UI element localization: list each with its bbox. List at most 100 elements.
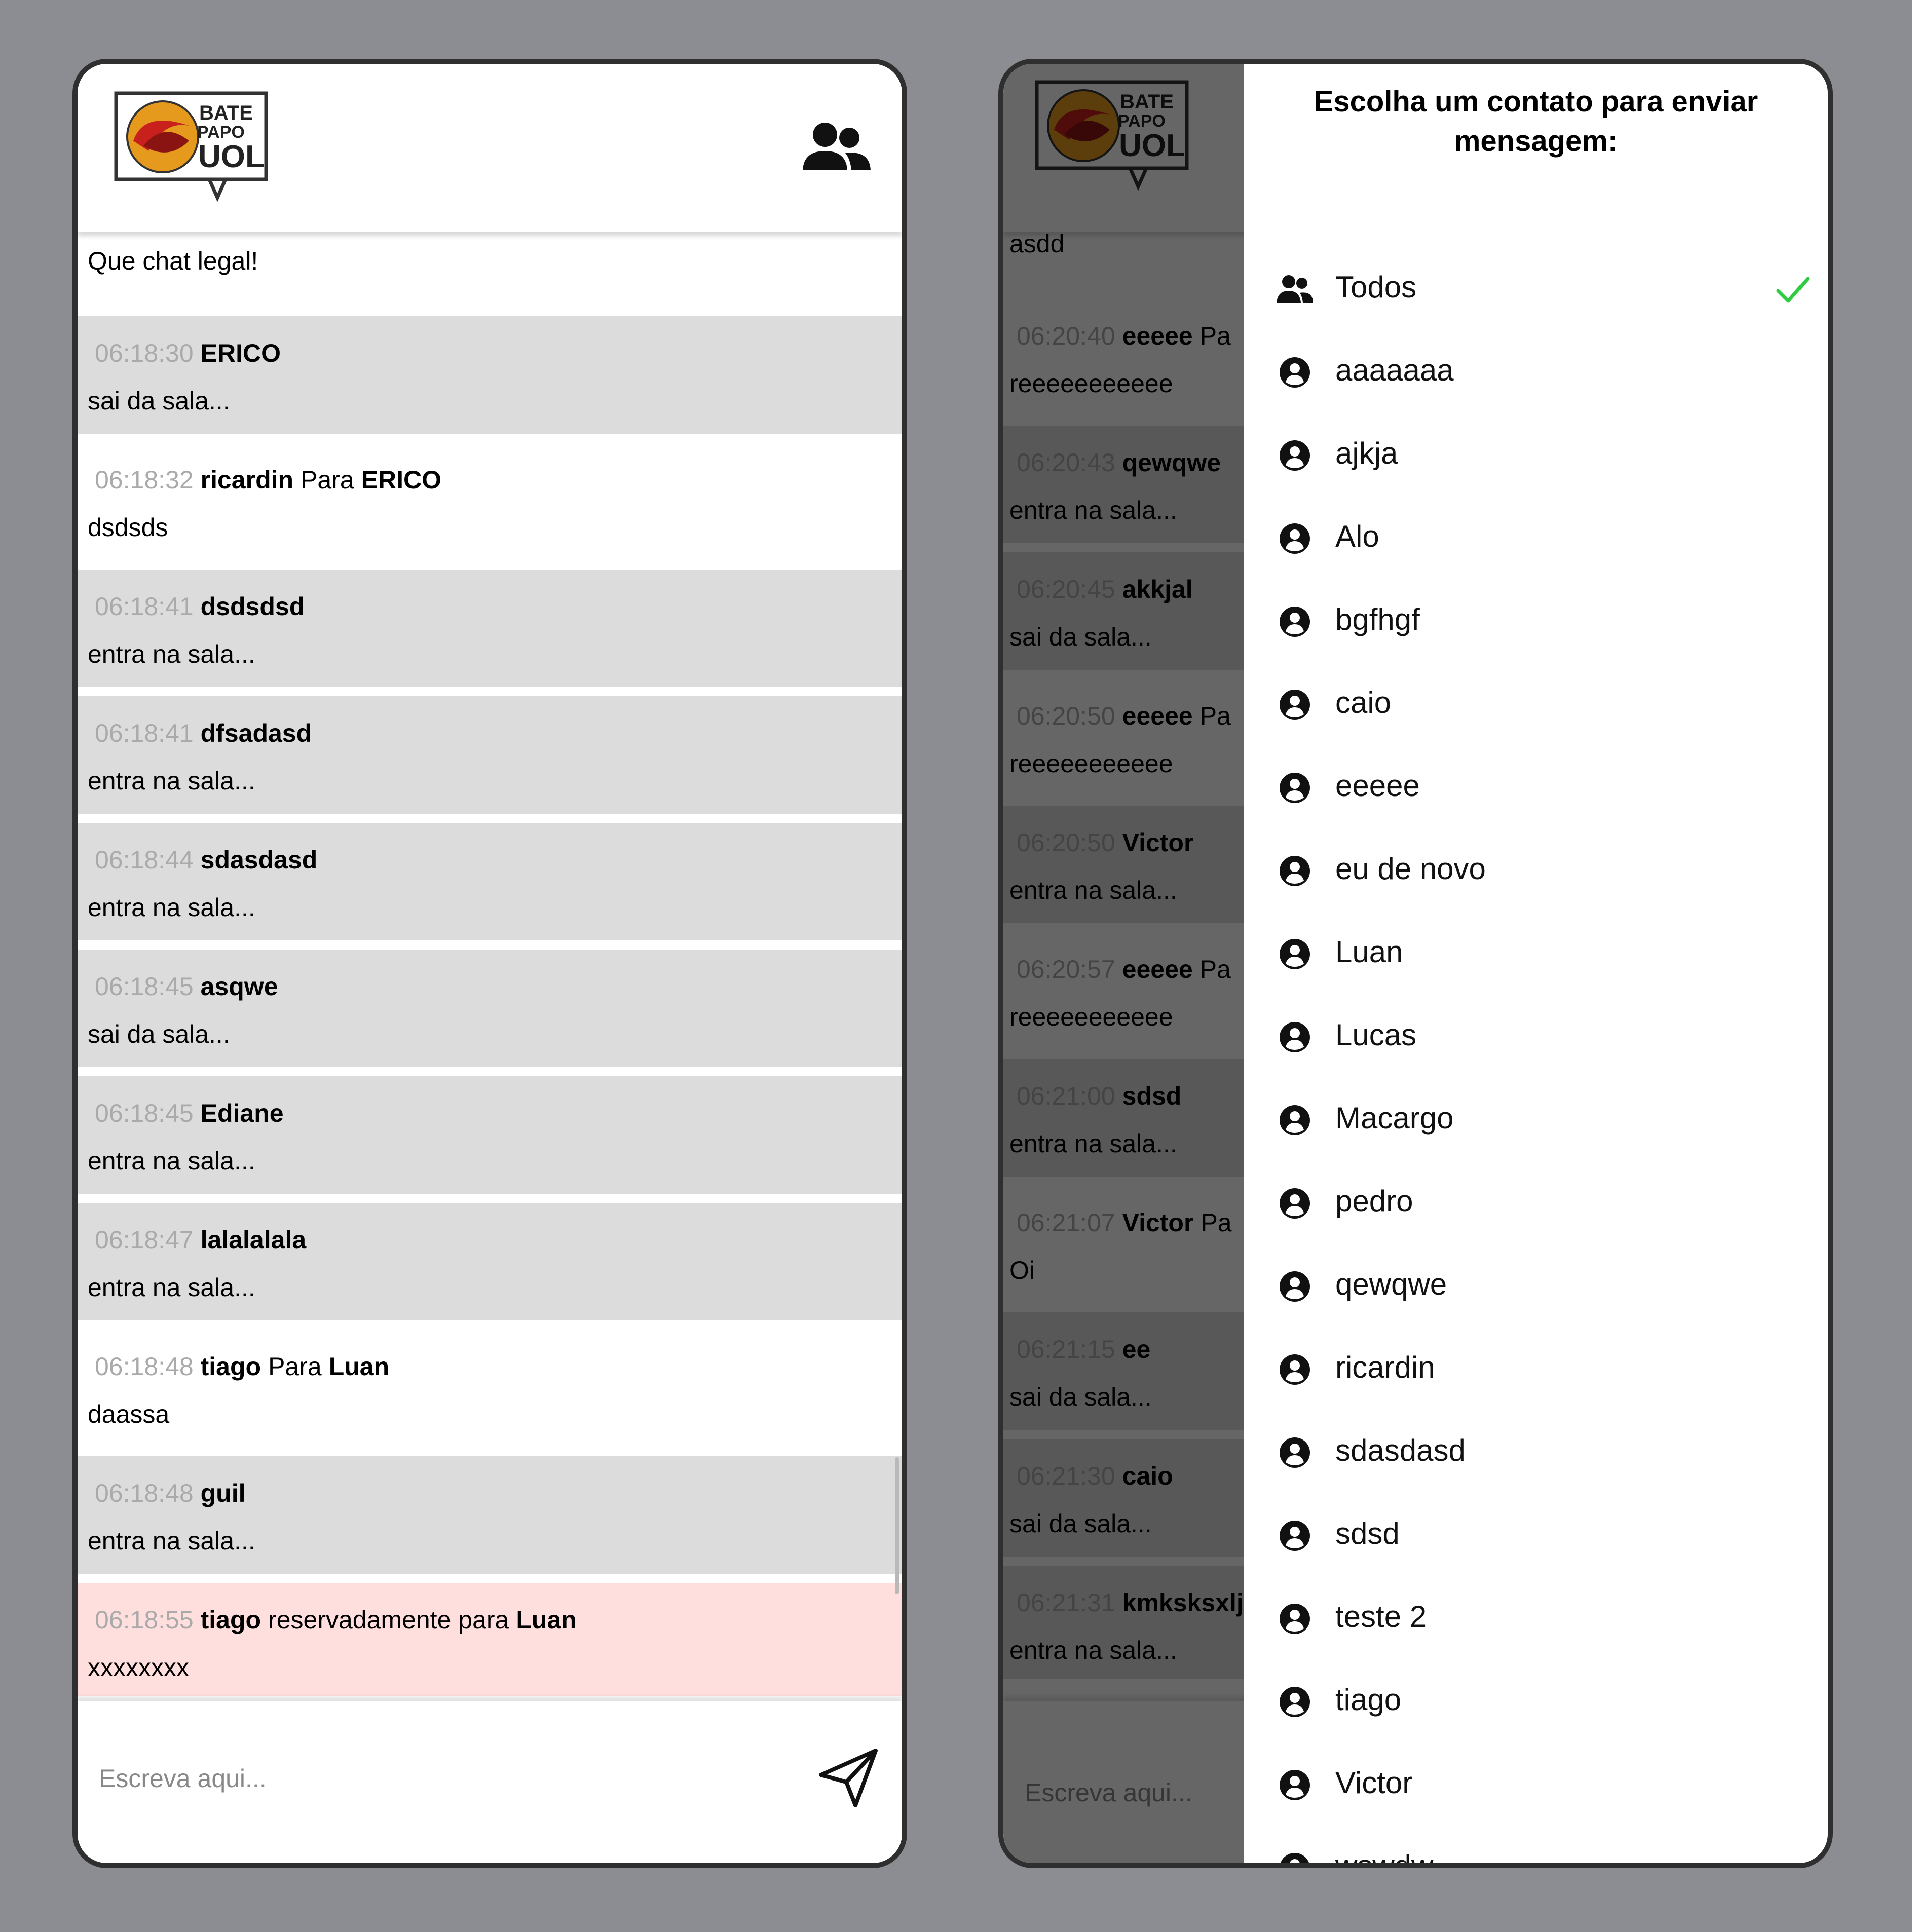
message-recipient: Luan — [328, 1352, 390, 1381]
contact-item[interactable]: Todos — [1244, 249, 1828, 325]
message: 06:18:32 ricardin Para ERICO dsdsds — [78, 443, 902, 560]
user-circle-icon — [1280, 1105, 1310, 1135]
contact-name: Victor — [1335, 1766, 1413, 1800]
message-sender: dfsadasd — [200, 719, 312, 747]
top-bar: BATE PAPO UOL — [78, 64, 902, 232]
user-circle-icon — [1280, 1354, 1310, 1385]
user-circle-icon — [1280, 1853, 1309, 1863]
message-input[interactable] — [98, 1748, 759, 1809]
contact-item[interactable]: Alo — [1244, 499, 1828, 575]
message-sender: tiago — [200, 1606, 261, 1634]
contact-name: bgfhgf — [1335, 602, 1420, 636]
contact-name: eu de novo — [1335, 852, 1486, 886]
contact-item[interactable]: aaaaaaa — [1244, 332, 1828, 408]
contact-item[interactable]: Luan — [1244, 914, 1828, 990]
input-bar — [78, 1701, 902, 1863]
contact-item[interactable]: eu de novo — [1244, 831, 1828, 907]
contact-item[interactable]: bgfhgf — [1244, 582, 1828, 658]
private-message: 06:18:55 tiago reservadamente para Luan xxxx… — [78, 1583, 902, 1696]
user-circle-icon — [1280, 1437, 1310, 1468]
people-icon[interactable] — [801, 120, 872, 175]
message-keyword: Para — [268, 1352, 322, 1381]
message-header: 06:18:44 sdasdasd — [88, 845, 892, 878]
message-text: entra na sala... — [88, 1147, 255, 1175]
scrollbar[interactable] — [895, 1457, 899, 1594]
contact-item[interactable]: pedro — [1244, 1163, 1828, 1239]
contact-item[interactable]: sdasdasd — [1244, 1413, 1828, 1489]
contacts-sidebar: Escolha um contato para enviar mensagem:… — [1244, 64, 1828, 1863]
user-circle-icon — [1280, 1188, 1310, 1219]
message-header: 06:18:30 ERICO — [88, 338, 892, 371]
send-icon[interactable] — [816, 1746, 882, 1811]
message-text: entra na sala... — [88, 640, 255, 668]
message: Que chat legal! — [78, 232, 902, 308]
contact-item[interactable]: ajkja — [1244, 415, 1828, 491]
people-icon — [1277, 275, 1313, 303]
message-header: 06:18:55 tiago reservadamente para Luan — [88, 1605, 892, 1638]
checkmark-icon — [1776, 277, 1810, 303]
message-time: 06:18:44 — [95, 846, 194, 874]
message-header: 06:18:47 lalalalala — [88, 1225, 892, 1258]
user-circle-icon — [1280, 1271, 1310, 1302]
message-text: entra na sala... — [88, 767, 255, 795]
contact-name: teste 2 — [1335, 1600, 1427, 1634]
contact-item[interactable]: Lucas — [1244, 997, 1828, 1073]
contact-item[interactable]: sdsd — [1244, 1496, 1828, 1572]
contact-item[interactable]: wswdw — [1244, 1828, 1828, 1868]
contact-name: wswdw — [1335, 1849, 1434, 1868]
contact-item[interactable]: ricardin — [1244, 1330, 1828, 1406]
message-header: 06:18:48 tiago Para Luan — [88, 1352, 892, 1384]
message-sender: tiago — [200, 1352, 261, 1381]
message-header: 06:18:41 dsdsdsd — [88, 592, 892, 624]
message-time: 06:18:48 — [95, 1352, 194, 1381]
status-message: 06:18:45 asqwe sai da sala... — [78, 950, 902, 1067]
status-message: 06:18:48 guil entra na sala... — [78, 1456, 902, 1574]
user-circle-icon — [1280, 690, 1310, 720]
contact-item[interactable]: Victor — [1244, 1745, 1828, 1821]
user-circle-icon — [1280, 1022, 1310, 1052]
user-circle-icon — [1280, 939, 1310, 969]
message-header: 06:18:32 ricardin Para ERICO — [88, 465, 892, 498]
contact-name: aaaaaaa — [1335, 353, 1454, 387]
contact-name: Lucas — [1335, 1018, 1417, 1052]
user-circle-icon — [1280, 357, 1310, 388]
logo-text-1: BATE — [199, 102, 253, 124]
message-time: 06:18:41 — [95, 719, 194, 747]
chat-screen-with-contacts: BATE PAPO UOL asdd06:20:40eeeeePareeeeee… — [998, 59, 1833, 1868]
message-time: 06:18:55 — [95, 1606, 194, 1634]
message-sender: dsdsdsd — [200, 592, 305, 621]
contact-name: Alo — [1335, 519, 1379, 553]
message-header: 06:18:45 asqwe — [88, 972, 892, 1004]
message-text: xxxxxxxx — [88, 1653, 189, 1682]
contact-item[interactable]: tiago — [1244, 1662, 1828, 1738]
message-header: 06:18:45 Ediane — [88, 1098, 892, 1131]
contact-item[interactable]: caio — [1244, 665, 1828, 741]
message-text: Que chat legal! — [88, 247, 258, 275]
message-time: 06:18:45 — [95, 1099, 194, 1127]
message-text: entra na sala... — [88, 1273, 255, 1302]
message-header: 06:18:48 guil — [88, 1479, 892, 1511]
contact-name: sdsd — [1335, 1517, 1400, 1550]
contact-name: ajkja — [1335, 436, 1398, 470]
chat-screen: BATE PAPO UOL Que chat legal! 06:18:30 ERI… — [72, 59, 907, 1868]
user-circle-icon — [1280, 1687, 1310, 1717]
message-time: 06:18:41 — [95, 592, 194, 621]
sidebar-title: Escolha um contato para enviar mensagem: — [1314, 85, 1758, 158]
contact-name: caio — [1335, 686, 1392, 719]
status-message: 06:18:41 dsdsdsd entra na sala... — [78, 570, 902, 687]
user-circle-icon — [1280, 856, 1310, 886]
contact-item[interactable]: teste 2 — [1244, 1579, 1828, 1655]
user-circle-icon — [1280, 1521, 1310, 1551]
contact-name: Luan — [1335, 935, 1403, 969]
contact-item[interactable]: eeeee — [1244, 748, 1828, 824]
contact-name: sdasdasd — [1335, 1433, 1466, 1467]
message-keyword: Para — [301, 466, 354, 494]
contact-item[interactable]: qewqwe — [1244, 1246, 1828, 1322]
contact-item[interactable]: Macargo — [1244, 1080, 1828, 1156]
message-sender: guil — [200, 1479, 246, 1507]
message-text: entra na sala... — [88, 1527, 255, 1555]
message-time: 06:18:47 — [95, 1226, 194, 1254]
contact-name: pedro — [1335, 1184, 1413, 1218]
message-recipient: ERICO — [361, 466, 442, 494]
message-header: 06:18:41 dfsadasd — [88, 718, 892, 751]
